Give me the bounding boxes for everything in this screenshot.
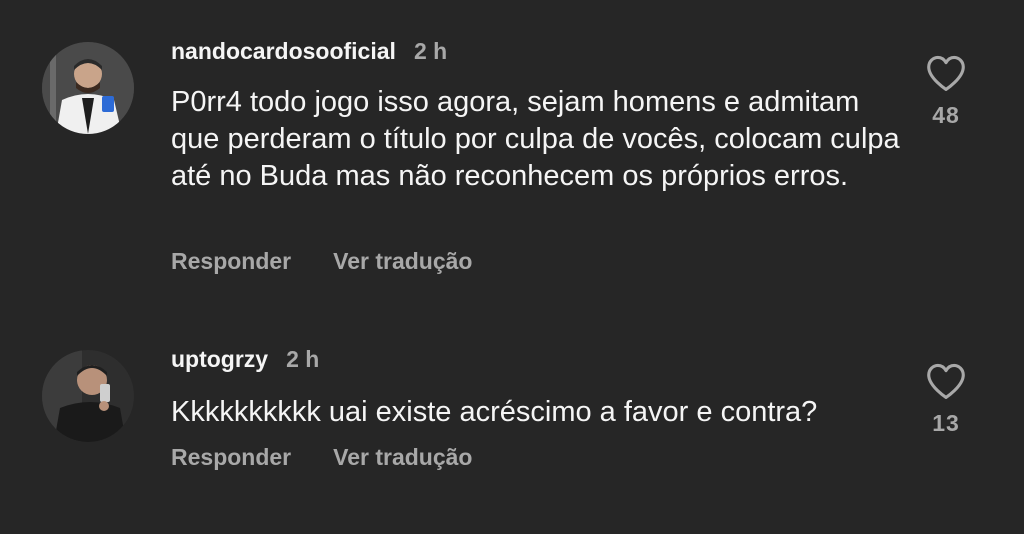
timestamp: 2 h <box>413 38 448 64</box>
like-area: 13 <box>918 362 974 437</box>
reply-button[interactable]: Responder <box>171 248 291 275</box>
translate-button[interactable]: Ver tradução <box>333 248 472 275</box>
comment-text: P0rr4 todo jogo isso agora, sejam homens… <box>171 86 900 192</box>
heart-icon[interactable] <box>925 54 967 92</box>
like-area: 48 <box>918 54 974 129</box>
reply-button[interactable]: Responder <box>171 444 291 471</box>
comment-text: Kkkkkkkkkk uai existe acréscimo a favor … <box>171 396 818 428</box>
comment-item: nandocardosooficial 2 h P0rr4 todo jogo … <box>0 0 1024 300</box>
comment-header: uptogrzy 2 h <box>171 346 319 373</box>
comment-actions: Responder Ver tradução <box>171 444 472 471</box>
translate-button[interactable]: Ver tradução <box>333 444 472 471</box>
heart-icon[interactable] <box>925 362 967 400</box>
comment-item: uptogrzy 2 h Kkkkkkkkkk uai existe acrés… <box>0 320 1024 534</box>
comment-actions: Responder Ver tradução <box>171 248 472 275</box>
like-count: 48 <box>932 102 960 128</box>
timestamp: 2 h <box>286 346 320 372</box>
avatar-photo <box>42 350 134 442</box>
username[interactable]: nandocardosooficial <box>171 38 396 65</box>
avatar-photo <box>42 42 134 134</box>
like-count: 13 <box>932 410 960 436</box>
username[interactable]: uptogrzy <box>171 346 268 373</box>
avatar[interactable] <box>42 350 134 442</box>
comment-header: nandocardosooficial 2 h <box>171 38 447 65</box>
avatar[interactable] <box>42 42 134 134</box>
